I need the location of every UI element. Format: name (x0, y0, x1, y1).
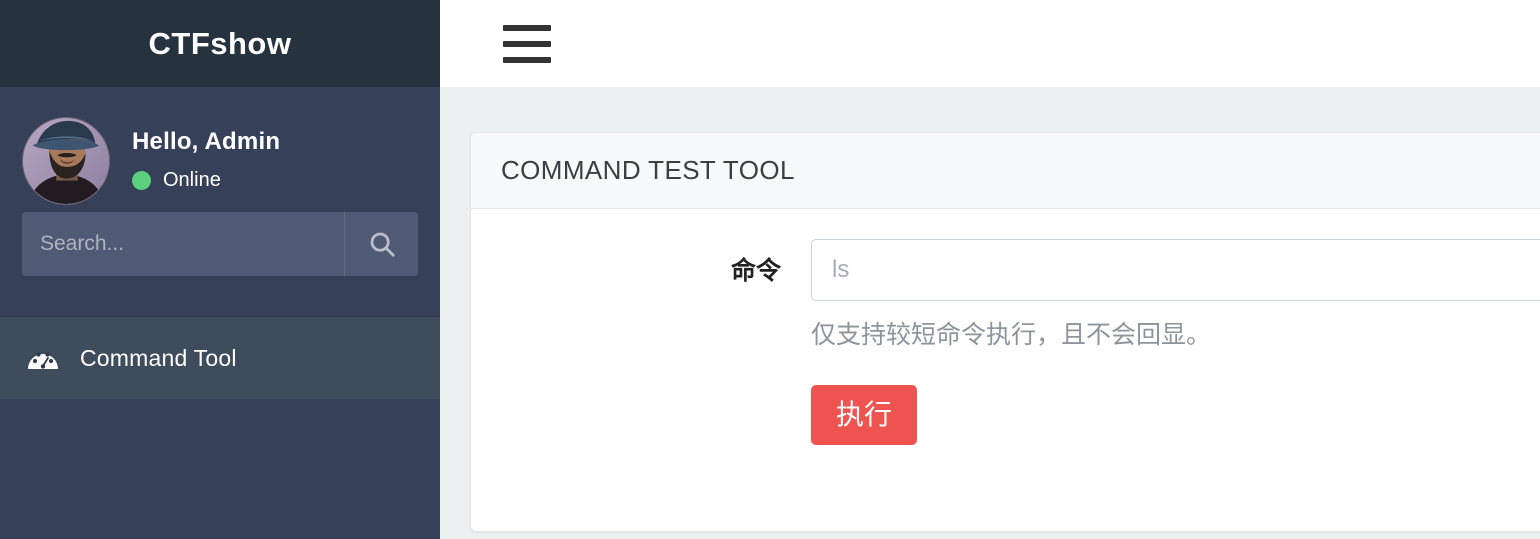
page-title: COMMAND TEST TOOL (501, 155, 795, 185)
command-tool-card: COMMAND TEST TOOL 命令 仅支持较短命令执行，且不会回显。 执行 (470, 132, 1540, 532)
search-input[interactable] (22, 212, 344, 276)
user-meta: Hello, Admin Online (132, 127, 281, 192)
command-field-group: 仅支持较短命令执行，且不会回显。 执行 (811, 239, 1540, 445)
user-status: Online (132, 169, 280, 192)
content-area: COMMAND TEST TOOL 命令 仅支持较短命令执行，且不会回显。 执行 (440, 87, 1540, 539)
status-label: Online (163, 169, 221, 192)
sidebar-item-label: Command Tool (80, 344, 237, 371)
execute-button[interactable]: 执行 (811, 385, 918, 445)
card-body: 命令 仅支持较短命令执行，且不会回显。 执行 (471, 209, 1540, 485)
command-form: 命令 仅支持较短命令执行，且不会回显。 执行 (501, 239, 1540, 445)
hamburger-bar-2 (503, 40, 551, 47)
search-button[interactable] (344, 212, 418, 276)
tachometer-icon (26, 344, 64, 372)
avatar[interactable] (22, 116, 110, 205)
sidebar: CTFshow Hello, Admin Online Search... Co… (0, 0, 440, 539)
card-header: COMMAND TEST TOOL (471, 133, 1540, 209)
user-greeting: Hello, Admin (132, 127, 281, 155)
command-help-text: 仅支持较短命令执行，且不会回显。 (811, 320, 1212, 349)
submit-row: 执行 (811, 385, 1540, 445)
sidebar-item-command-tool[interactable]: Command Tool (0, 316, 440, 399)
sidebar-brand[interactable]: CTFshow (0, 0, 440, 87)
app-root: CTFshow Hello, Admin Online Search... Co… (0, 0, 1540, 539)
sidebar-nav: Command Tool (0, 316, 440, 399)
hamburger-bar-3 (503, 56, 551, 63)
user-avatar-portrait-icon (23, 117, 109, 204)
command-label: 命令 (730, 256, 781, 285)
main-area: COMMAND TEST TOOL 命令 仅支持较短命令执行，且不会回显。 执行 (440, 0, 1540, 539)
search-icon (370, 232, 395, 257)
command-input[interactable] (811, 239, 1540, 301)
topbar (440, 0, 1540, 87)
hamburger-menu-icon[interactable] (503, 24, 551, 63)
hamburger-bar-1 (503, 24, 551, 31)
sidebar-search (22, 212, 418, 276)
user-profile-block: Hello, Admin Online (0, 87, 440, 212)
brand-title: CTFshow (148, 25, 292, 61)
status-dot-icon (132, 171, 151, 191)
